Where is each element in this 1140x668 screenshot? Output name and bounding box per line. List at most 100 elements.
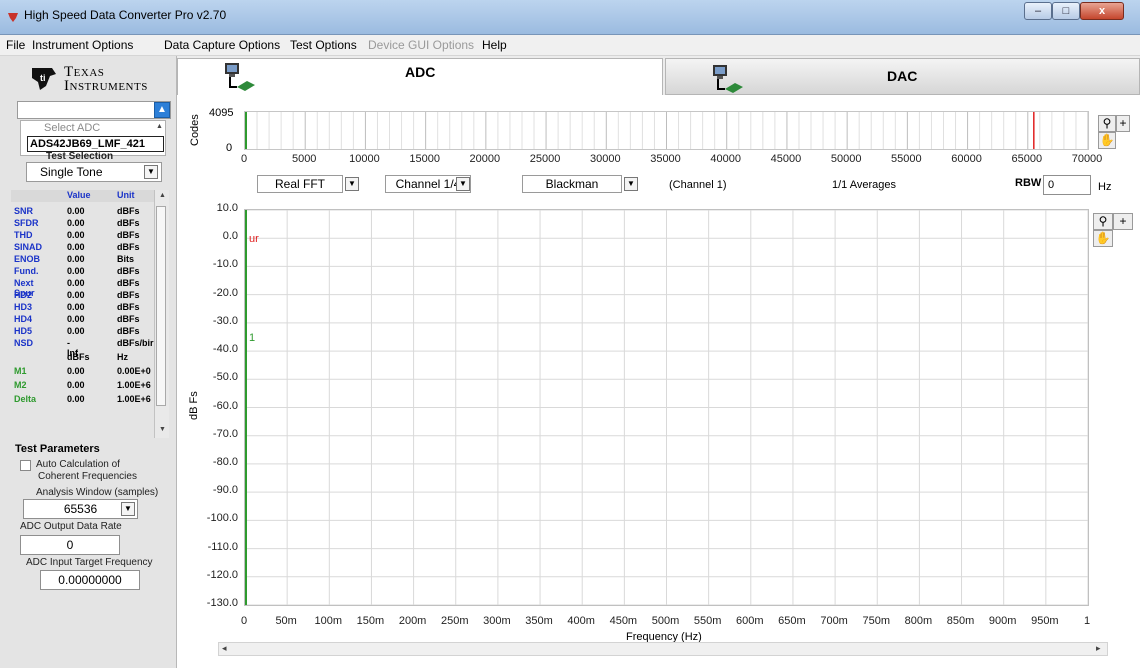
channel-chevron-down-icon[interactable]: ▼ — [456, 177, 470, 191]
fft-xtick: 50m — [275, 615, 297, 627]
fft-marker-label: 1 — [249, 332, 255, 344]
ti-logo-icon: ti — [32, 68, 56, 90]
target-freq-field[interactable]: 0.00000000 — [40, 570, 140, 590]
fft-mode-chevron-down-icon[interactable]: ▼ — [345, 177, 359, 191]
codes-xtick: 30000 — [589, 153, 621, 165]
fft-ytick: 0.0 — [222, 230, 238, 243]
minimize-button[interactable]: – — [1024, 2, 1052, 20]
codes-xtick: 45000 — [770, 153, 802, 165]
fft-ytick: -80.0 — [212, 455, 238, 468]
fft-ytick: -30.0 — [212, 314, 238, 327]
adc-select-field[interactable] — [17, 101, 171, 119]
fft-pan-hand-icon[interactable]: ✋ — [1093, 230, 1113, 247]
crosshair-icon[interactable]: + — [1116, 115, 1130, 132]
metric-unit: dBFs — [117, 326, 140, 336]
dropdown-scroll-up-icon[interactable]: ▲ — [156, 123, 163, 130]
fft-ytick: -120.0 — [206, 568, 238, 581]
rbw-field[interactable]: 0 — [1043, 175, 1091, 195]
codes-xtick: 40000 — [710, 153, 741, 165]
averages-indicator: 1/1 Averages — [832, 179, 897, 191]
fft-y-axis-label: dB Fs — [188, 391, 200, 420]
dac-generate-icon — [713, 65, 743, 93]
codes-xtick: 5000 — [291, 153, 317, 165]
close-button[interactable]: x — [1080, 2, 1124, 20]
tab-dac-label[interactable]: DAC — [887, 68, 917, 84]
tab-adc[interactable]: ADC — [177, 58, 663, 95]
marker-freq: 1.00E+6 — [117, 394, 151, 404]
pan-hand-icon[interactable]: ✋ — [1098, 132, 1116, 149]
metric-unit: dBFs — [117, 290, 140, 300]
fft-ytick: 10.0 — [216, 202, 238, 214]
metric-value: 0.00 — [67, 290, 85, 300]
fft-xtick: 850m — [946, 615, 975, 627]
menu-file[interactable]: File — [6, 38, 25, 52]
metrics-scrollbar-thumb[interactable] — [156, 206, 166, 406]
menu-test-options[interactable]: Test Options — [290, 38, 357, 52]
metric-value: 0.00 — [67, 206, 85, 216]
window-function-chevron-down-icon[interactable]: ▼ — [624, 177, 638, 191]
output-rate-field[interactable]: 0 — [20, 535, 120, 555]
svg-text:ti: ti — [40, 73, 46, 83]
auto-calc-checkbox[interactable] — [20, 460, 31, 471]
marker-name: M1 — [14, 366, 27, 376]
fft-xtick: 500m — [651, 615, 680, 627]
window-function-dropdown[interactable]: Blackman — [522, 175, 622, 193]
metrics-header-row: Value Unit — [11, 190, 165, 202]
metrics-table: Value Unit SNR 0.00 dBFs SFDR 0.00 dBFs THD 0… — [11, 190, 165, 438]
marker-value: 0.00 — [67, 380, 85, 390]
scroll-right-icon[interactable]: ▸ — [1096, 643, 1101, 654]
codes-xtick: 60000 — [951, 153, 982, 165]
test-selection-chevron-down-icon[interactable]: ▼ — [144, 165, 158, 179]
fft-ytick: -70.0 — [212, 427, 238, 440]
fft-ytick: -130.0 — [206, 597, 238, 609]
metric-value: 0.00 — [67, 230, 85, 240]
zoom-icon[interactable]: ⚲ — [1098, 115, 1116, 132]
codes-xtick: 0 — [240, 153, 248, 165]
fft-spectrum-plot[interactable]: ur 1 — [244, 209, 1089, 606]
fft-grid: ur 1 — [244, 209, 1089, 606]
scroll-left-icon[interactable]: ◂ — [222, 643, 227, 654]
adc-select-up-icon[interactable]: ▲ — [154, 102, 170, 118]
test-selection-label: Test Selection — [46, 151, 114, 162]
window-title: High Speed Data Converter Pro v2.70 — [24, 8, 227, 22]
menu-instrument-options[interactable]: Instrument Options — [32, 38, 133, 52]
marker-name: M2 — [14, 380, 27, 390]
menu-help[interactable]: Help — [482, 38, 507, 52]
tab-adc-label[interactable]: ADC — [405, 64, 435, 80]
test-selection-value[interactable]: Single Tone — [40, 165, 103, 179]
metric-value: 0.00 — [67, 278, 85, 288]
metric-unit: dBFs — [117, 242, 140, 252]
codes-xtick: 65000 — [1011, 153, 1043, 165]
fft-xtick: 1 — [1083, 615, 1091, 627]
metric-name: HD3 — [14, 302, 33, 312]
maximize-button[interactable]: □ — [1052, 2, 1080, 20]
target-freq-label: ADC Input Target Frequency — [26, 557, 153, 568]
codes-xtick: 55000 — [891, 153, 922, 165]
analysis-window-chevron-down-icon[interactable]: ▼ — [121, 502, 135, 516]
marker-value: 0.00 — [67, 394, 85, 404]
codes-xtick: 35000 — [650, 153, 681, 165]
fft-zoom-icon[interactable]: ⚲ — [1093, 213, 1113, 230]
fft-xtick: 100m — [314, 615, 343, 627]
output-rate-label: ADC Output Data Rate — [20, 521, 122, 532]
fft-crosshair-icon[interactable]: + — [1113, 213, 1133, 230]
channel-indicator: (Channel 1) — [669, 179, 727, 191]
marker-value: 0.00 — [67, 366, 85, 376]
menu-data-capture-options[interactable]: Data Capture Options — [164, 38, 280, 52]
plot-horizontal-scrollbar[interactable]: ◂ ▸ — [218, 642, 1108, 656]
fft-xtick: 600m — [736, 615, 764, 627]
scroll-down-icon[interactable]: ▼ — [159, 426, 166, 433]
metric-value: 0.00 — [67, 326, 85, 336]
fft-mode-dropdown[interactable]: Real FFT — [257, 175, 343, 193]
fft-xtick: 150m — [356, 615, 385, 627]
tab-dac[interactable]: DAC — [665, 58, 1140, 95]
analysis-window-label: Analysis Window (samples) — [36, 487, 159, 498]
scroll-up-icon[interactable]: ▲ — [159, 192, 166, 199]
fft-xtick: 350m — [525, 615, 553, 627]
select-adc-placeholder[interactable]: Select ADC — [44, 122, 100, 134]
adc-device-option[interactable]: ADS42JB69_LMF_421 — [27, 136, 164, 152]
app-icon — [8, 13, 18, 22]
metric-unit: dBFs — [117, 314, 140, 324]
window-title-bar: High Speed Data Converter Pro v2.70 – □ … — [0, 0, 1140, 35]
codes-histogram-plot[interactable] — [244, 111, 1089, 150]
